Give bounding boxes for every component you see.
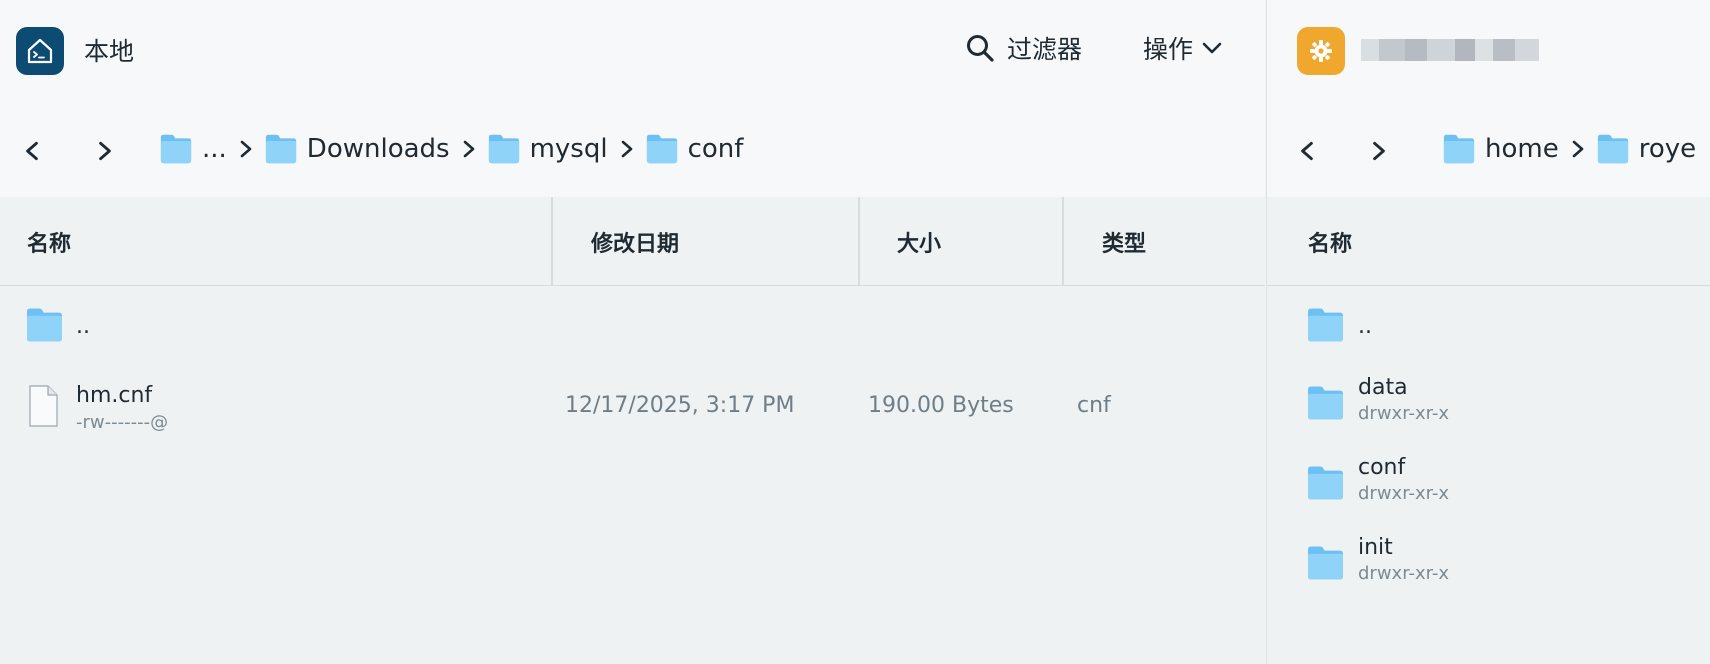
list-item[interactable]: hm.cnf -rw-------@ 12/17/2025, 3:17 PM 1… [0, 365, 1265, 443]
column-name[interactable]: 名称 [1308, 197, 1352, 286]
chevron-right-icon [94, 140, 116, 162]
breadcrumb: home roye [1443, 133, 1696, 165]
remote-file-list: .. data drwxr-xr-x conf drwxr-xr-x init … [1267, 287, 1710, 664]
sftp-app: 本地 过滤器 操作 ... Downloads mysql conf 名称 修改… [0, 0, 1710, 664]
list-item[interactable]: init drwxr-xr-x [1267, 525, 1710, 603]
list-item[interactable]: data drwxr-xr-x [1267, 365, 1710, 443]
back-button[interactable] [16, 135, 48, 167]
filter-button[interactable]: 过滤器 [965, 30, 1082, 66]
chevron-right-icon [1368, 140, 1390, 162]
file-name: .. [76, 314, 90, 339]
folder-icon [646, 133, 678, 165]
chevron-right-icon [1568, 139, 1588, 159]
column-divider[interactable] [858, 197, 860, 286]
column-divider[interactable] [551, 197, 553, 286]
local-file-list: .. hm.cnf -rw-------@ 12/17/2025, 3:17 P… [0, 287, 1265, 664]
server-gear-icon[interactable] [1297, 27, 1345, 75]
chevron-right-icon [617, 139, 637, 159]
column-name[interactable]: 名称 [27, 197, 71, 286]
file-name: .. [1358, 314, 1372, 339]
folder-icon [1307, 545, 1344, 581]
file-permissions: drwxr-xr-x [1358, 563, 1449, 584]
chevron-left-icon [1296, 140, 1318, 162]
breadcrumb-separator [450, 139, 488, 159]
column-size[interactable]: 大小 [897, 197, 941, 286]
list-item[interactable]: .. [1267, 287, 1710, 365]
file-name: init [1358, 535, 1393, 560]
column-divider[interactable] [1062, 197, 1064, 286]
list-item[interactable]: conf drwxr-xr-x [1267, 445, 1710, 523]
chevron-right-icon [459, 139, 479, 159]
chevron-left-icon [21, 140, 43, 162]
breadcrumb-item[interactable]: Downloads [265, 133, 450, 165]
list-item[interactable]: .. [0, 287, 1265, 365]
folder-icon [488, 133, 520, 165]
back-button[interactable] [1291, 135, 1323, 167]
breadcrumb-item[interactable]: mysql [488, 133, 608, 165]
file-name: data [1358, 375, 1408, 400]
breadcrumb: ... Downloads mysql conf [160, 133, 743, 165]
file-modified: 12/17/2025, 3:17 PM [565, 393, 795, 418]
actions-label: 操作 [1143, 35, 1194, 64]
folder-icon [1307, 307, 1344, 343]
local-pane-title: 本地 [84, 37, 135, 66]
folder-icon [26, 307, 63, 343]
breadcrumb-item[interactable]: ... [160, 133, 227, 165]
terminal-home-icon[interactable] [16, 27, 64, 75]
folder-icon [1307, 385, 1344, 421]
local-column-header: 名称 修改日期 大小 类型 [0, 197, 1265, 286]
file-name: hm.cnf [76, 383, 153, 408]
folder-icon [160, 133, 192, 165]
file-name: conf [1358, 455, 1406, 480]
breadcrumb-separator [1559, 139, 1597, 159]
breadcrumb-item[interactable]: conf [646, 133, 743, 165]
remote-column-header: 名称 [1267, 197, 1710, 286]
file-size: 190.00 Bytes [868, 393, 1014, 418]
chevron-right-icon [236, 139, 256, 159]
forward-button[interactable] [1363, 135, 1395, 167]
breadcrumb-item[interactable]: roye [1597, 133, 1696, 165]
folder-icon [1597, 133, 1629, 165]
file-permissions: drwxr-xr-x [1358, 483, 1449, 504]
column-modified[interactable]: 修改日期 [591, 197, 679, 286]
remote-pane: home roye 名称 .. data drwxr-xr-x conf drw… [1266, 0, 1710, 664]
remote-pane-header: home roye [1267, 0, 1710, 197]
actions-menu-button[interactable]: 操作 [1143, 30, 1223, 66]
remote-host-name-redacted [1361, 39, 1539, 61]
breadcrumb-separator [227, 139, 265, 159]
breadcrumb-separator [608, 139, 646, 159]
search-icon [967, 35, 994, 62]
chevron-down-icon [1202, 42, 1222, 54]
folder-icon [1307, 465, 1344, 501]
file-icon [28, 385, 58, 427]
breadcrumb-item[interactable]: home [1443, 133, 1559, 165]
file-permissions: -rw-------@ [76, 412, 169, 433]
file-permissions: drwxr-xr-x [1358, 403, 1449, 424]
column-type[interactable]: 类型 [1102, 197, 1146, 286]
filter-label: 过滤器 [1007, 35, 1083, 64]
file-type: cnf [1077, 393, 1111, 418]
folder-icon [265, 133, 297, 165]
local-pane-header: 本地 过滤器 操作 ... Downloads mysql conf [0, 0, 1265, 197]
forward-button[interactable] [89, 135, 121, 167]
folder-icon [1443, 133, 1475, 165]
local-pane: 本地 过滤器 操作 ... Downloads mysql conf 名称 修改… [0, 0, 1265, 664]
